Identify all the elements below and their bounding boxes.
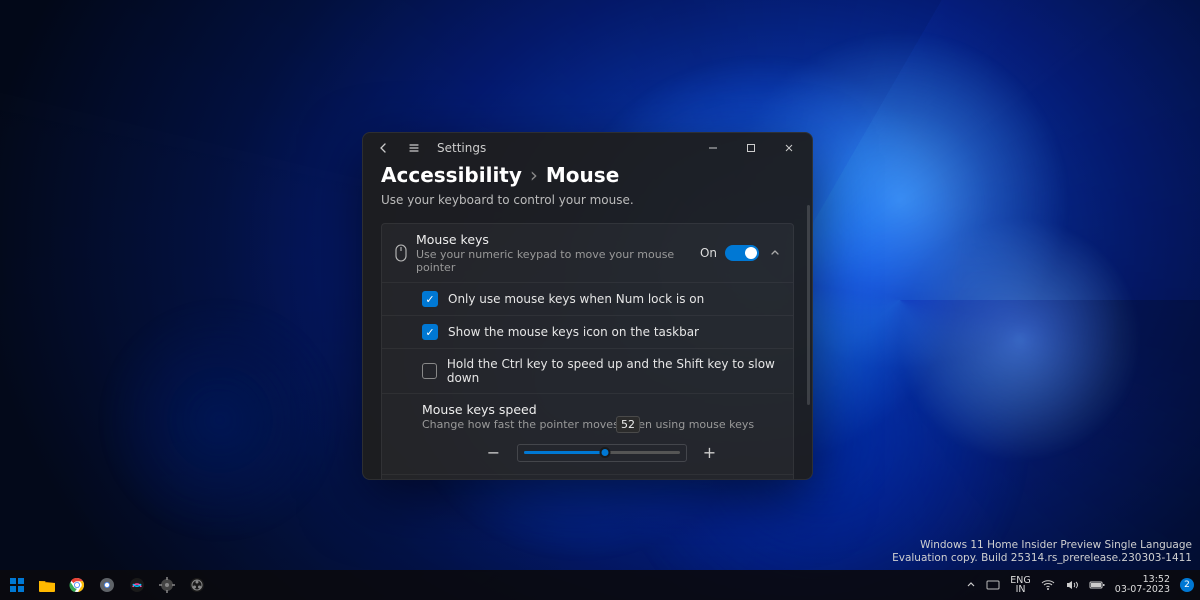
menu-button[interactable]: [401, 135, 427, 161]
mouse-keys-acceleration-block: Mouse keys acceleration Change how quick…: [382, 474, 793, 479]
start-button[interactable]: [6, 574, 28, 596]
notification-badge[interactable]: 2: [1180, 578, 1194, 592]
wifi-icon[interactable]: [1041, 579, 1055, 591]
desktop-watermark: Windows 11 Home Insider Preview Single L…: [892, 539, 1192, 566]
window-title: Settings: [437, 141, 486, 155]
mouse-keys-state-label: On: [700, 246, 717, 260]
watermark-line1: Windows 11 Home Insider Preview Single L…: [892, 539, 1192, 553]
speed-title: Mouse keys speed: [422, 402, 781, 417]
back-button[interactable]: [371, 135, 397, 161]
speed-value-tooltip: 52: [616, 416, 640, 433]
system-tray: ENG IN 13:52 03-07-2023 2: [966, 575, 1194, 596]
close-button[interactable]: [770, 134, 808, 162]
settings-icon[interactable]: [156, 574, 178, 596]
option-taskbar-label: Show the mouse keys icon on the taskbar: [448, 325, 699, 339]
titlebar: Settings: [363, 133, 812, 163]
speed-description: Change how fast the pointer moves when u…: [422, 418, 781, 431]
mouse-icon: [394, 244, 416, 262]
tray-chevron-icon[interactable]: [966, 580, 976, 590]
language-indicator[interactable]: ENG IN: [1010, 576, 1030, 595]
watermark-line2: Evaluation copy. Build 25314.rs_prerelea…: [892, 552, 1192, 566]
option-numlock-label: Only use mouse keys when Num lock is on: [448, 292, 704, 306]
copilot-icon[interactable]: [126, 574, 148, 596]
speed-decrease-button[interactable]: −: [485, 443, 503, 462]
mouse-keys-speed-block: Mouse keys speed Change how fast the poi…: [382, 393, 793, 474]
chrome-icon[interactable]: [66, 574, 88, 596]
page-subtitle: Use your keyboard to control your mouse.: [381, 193, 794, 207]
speed-increase-button[interactable]: +: [701, 443, 719, 462]
chevron-up-icon: [769, 247, 781, 259]
file-explorer-icon[interactable]: [36, 574, 58, 596]
battery-icon[interactable]: [1089, 580, 1105, 590]
breadcrumb: Accessibility › Mouse: [381, 163, 794, 187]
volume-icon[interactable]: [1065, 579, 1079, 591]
option-taskbar-row[interactable]: ✓ Show the mouse keys icon on the taskba…: [382, 315, 793, 348]
clock[interactable]: 13:52 03-07-2023: [1115, 575, 1170, 596]
option-ctrlshift-checkbox[interactable]: [422, 363, 437, 379]
option-ctrlshift-row[interactable]: Hold the Ctrl key to speed up and the Sh…: [382, 348, 793, 393]
chrome-canary-icon[interactable]: [96, 574, 118, 596]
maximize-button[interactable]: [732, 134, 770, 162]
breadcrumb-separator: ›: [530, 163, 538, 187]
scrollbar[interactable]: [807, 205, 810, 405]
breadcrumb-parent[interactable]: Accessibility: [381, 163, 522, 187]
option-numlock-checkbox[interactable]: ✓: [422, 291, 438, 307]
mouse-keys-toggle[interactable]: [725, 245, 759, 261]
mouse-keys-title: Mouse keys: [416, 232, 700, 247]
taskbar: ENG IN 13:52 03-07-2023 2: [0, 570, 1200, 600]
settings-window: Settings Accessibility › Mouse Use your …: [362, 132, 813, 480]
speed-slider[interactable]: [517, 444, 687, 462]
mouse-keys-header-row[interactable]: Mouse keys Use your numeric keypad to mo…: [382, 224, 793, 282]
mouse-keys-description: Use your numeric keypad to move your mou…: [416, 248, 700, 274]
mouse-keys-group: Mouse keys Use your numeric keypad to mo…: [381, 223, 794, 479]
option-taskbar-checkbox[interactable]: ✓: [422, 324, 438, 340]
obs-icon[interactable]: [186, 574, 208, 596]
option-ctrlshift-label: Hold the Ctrl key to speed up and the Sh…: [447, 357, 781, 385]
option-numlock-row[interactable]: ✓ Only use mouse keys when Num lock is o…: [382, 282, 793, 315]
tray-teams-icon[interactable]: [986, 579, 1000, 591]
breadcrumb-current: Mouse: [546, 163, 619, 187]
settings-content: Accessibility › Mouse Use your keyboard …: [363, 163, 812, 479]
speed-slider-thumb[interactable]: [599, 447, 610, 458]
minimize-button[interactable]: [694, 134, 732, 162]
